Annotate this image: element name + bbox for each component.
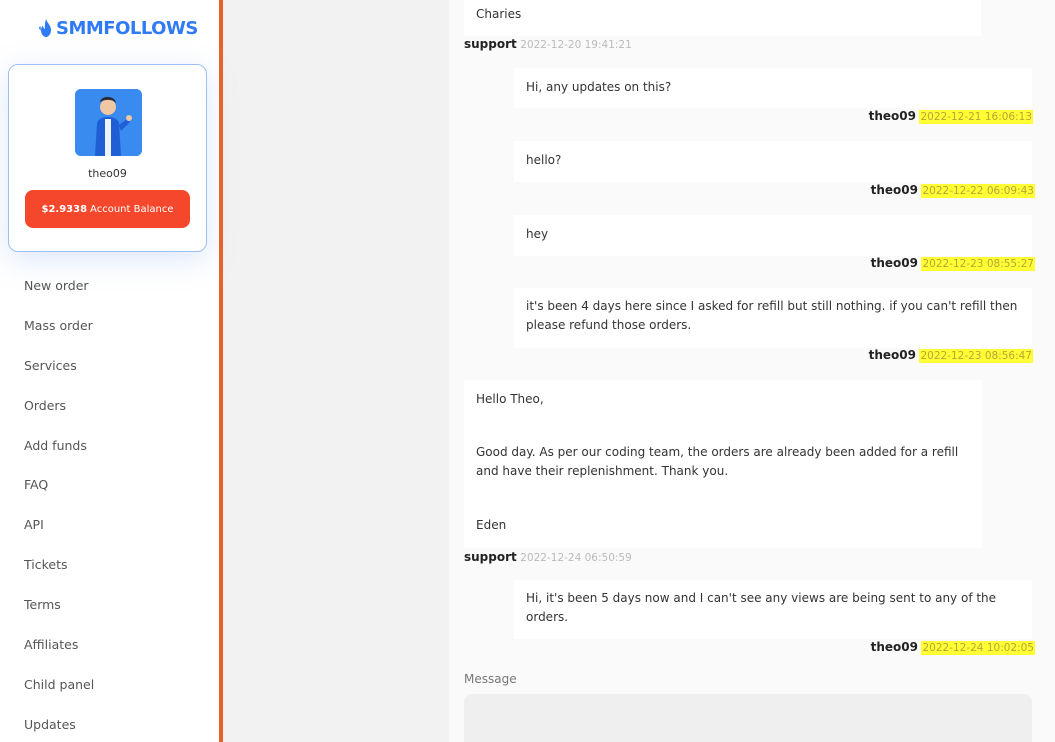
message-text: hello? [526, 153, 562, 167]
message-author: support [464, 37, 517, 51]
message-timestamp: 2022-12-23 08:55:27 [921, 257, 1035, 271]
message-text: Good day. As per our coding team, the or… [476, 445, 959, 478]
message-author: theo09 [868, 109, 916, 123]
sidebar-item-orders[interactable]: Orders [24, 396, 94, 436]
message-meta: theo09 2022-12-23 08:55:27 [870, 256, 1035, 271]
message-meta: theo09 2022-12-23 08:56:47 [868, 348, 1033, 363]
profile-username: theo09 [88, 167, 127, 180]
message-text: it's been 4 days here since I asked for … [526, 299, 1018, 332]
message-timestamp: 2022-12-22 06:09:43 [921, 184, 1035, 198]
brand-logo[interactable]: SMMFOLLOWS [38, 16, 198, 40]
message-input[interactable] [464, 694, 1032, 742]
message-timestamp: 2022-12-23 08:56:47 [919, 349, 1033, 363]
sidebar-nav: New order Mass order Services Orders Add… [24, 276, 94, 742]
flame-icon [39, 19, 51, 37]
message-bubble: hello? [514, 141, 1032, 182]
message-meta: theo09 2022-12-24 10:02:05 [870, 640, 1035, 655]
message-text: Charies [476, 7, 522, 21]
message-field-label: Message [464, 672, 517, 686]
message-timestamp: 2022-12-24 10:02:05 [921, 641, 1035, 655]
sidebar-item-mass-order[interactable]: Mass order [24, 316, 94, 356]
message-bubble: it's been 4 days here since I asked for … [514, 288, 1032, 348]
balance-amount: $2.9338 [41, 203, 88, 215]
message-text: Eden [476, 518, 507, 532]
ticket-thread: Charies support 2022-12-20 19:41:21 Hi, … [449, 0, 1055, 742]
message-text: Hi, it's been 5 days now and I can't see… [526, 591, 997, 624]
sidebar-item-updates[interactable]: Updates [24, 715, 94, 742]
sidebar-accent-bar [219, 0, 223, 742]
sidebar-item-terms[interactable]: Terms [24, 595, 94, 635]
message-text: hey [526, 227, 549, 241]
profile-card: theo09 $2.9338 Account Balance [8, 64, 207, 252]
sidebar-item-new-order[interactable]: New order [24, 276, 94, 316]
message-timestamp: 2022-12-21 16:06:13 [919, 110, 1033, 124]
message-bubble: Charies [464, 0, 981, 36]
sidebar-item-tickets[interactable]: Tickets [24, 555, 94, 595]
account-balance-button[interactable]: $2.9338 Account Balance [25, 190, 190, 228]
message-bubble: hey [514, 215, 1032, 256]
sidebar-item-add-funds[interactable]: Add funds [24, 436, 94, 476]
message-bubble: Hi, any updates on this? [514, 68, 1032, 108]
balance-label: Account Balance [90, 203, 174, 215]
message-author: support [464, 550, 517, 564]
sidebar-item-affiliates[interactable]: Affiliates [24, 635, 94, 675]
message-author: theo09 [870, 256, 918, 270]
message-author: theo09 [868, 348, 916, 362]
avatar-image [75, 89, 142, 156]
message-meta: support 2022-12-24 06:50:59 [464, 550, 632, 564]
message-timestamp: 2022-12-20 19:41:21 [520, 39, 632, 51]
sidebar-item-services[interactable]: Services [24, 356, 94, 396]
message-text: Hi, any updates on this? [526, 80, 672, 94]
message-bubble: Hi, it's been 5 days now and I can't see… [514, 580, 1032, 639]
avatar[interactable] [75, 89, 142, 156]
sidebar-item-child-panel[interactable]: Child panel [24, 675, 94, 715]
message-text: Hello Theo, [476, 392, 544, 406]
sidebar-item-faq[interactable]: FAQ [24, 475, 94, 515]
message-meta: theo09 2022-12-22 06:09:43 [870, 183, 1035, 198]
sidebar: SMMFOLLOWS theo09 $2.9338 Account Balanc… [0, 0, 219, 742]
message-meta: support 2022-12-20 19:41:21 [464, 37, 632, 51]
message-author: theo09 [870, 640, 918, 654]
message-timestamp: 2022-12-24 06:50:59 [520, 552, 632, 564]
message-meta: theo09 2022-12-21 16:06:13 [868, 109, 1033, 124]
message-bubble: Hello Theo, Good day. As per our coding … [464, 380, 982, 548]
sidebar-item-api[interactable]: API [24, 515, 94, 555]
message-author: theo09 [870, 183, 918, 197]
brand-name: SMMFOLLOWS [56, 17, 198, 39]
